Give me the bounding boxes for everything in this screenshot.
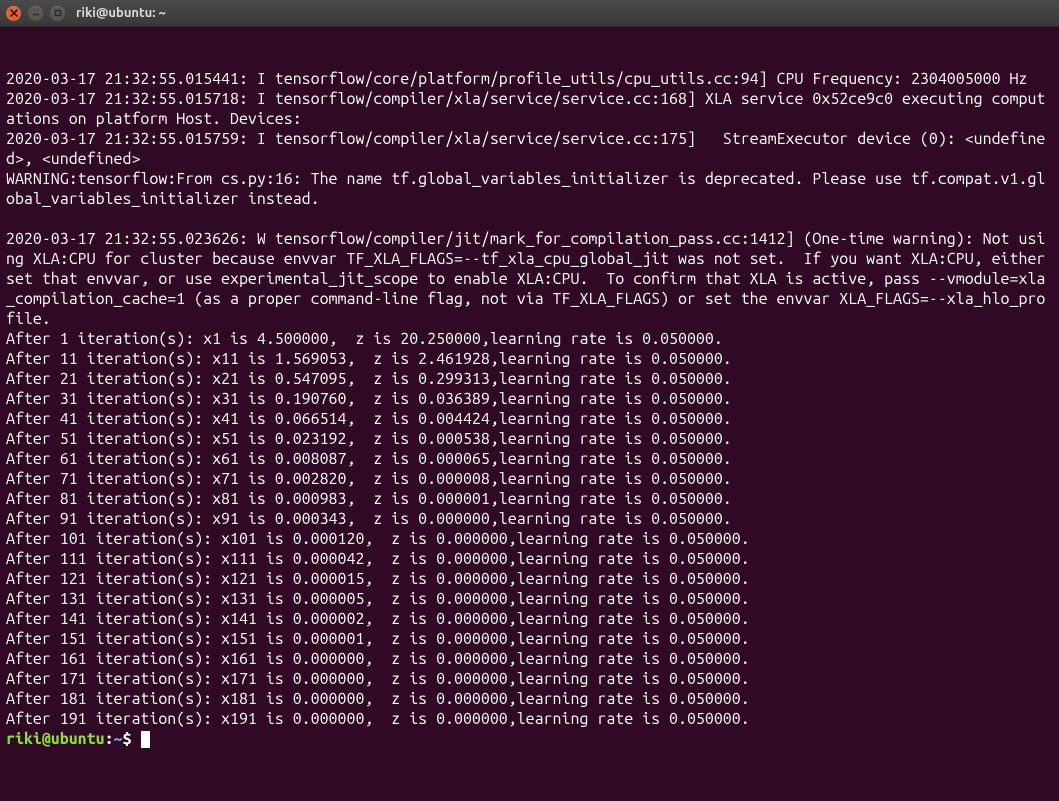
cursor-icon — [141, 731, 150, 748]
terminal-body[interactable]: 2020-03-17 21:32:55.015441: I tensorflow… — [0, 27, 1059, 801]
titlebar[interactable]: riki@ubuntu: ~ — [0, 0, 1059, 27]
terminal-output: 2020-03-17 21:32:55.015441: I tensorflow… — [6, 69, 1053, 729]
prompt-symbol: $ — [123, 730, 132, 748]
terminal-window: riki@ubuntu: ~ 2020-03-17 21:32:55.01544… — [0, 0, 1059, 801]
maximize-icon[interactable] — [50, 6, 65, 21]
prompt-path: ~ — [114, 730, 123, 748]
prompt-user-host: riki@ubuntu — [6, 730, 105, 748]
close-icon[interactable] — [6, 6, 21, 21]
prompt-separator: : — [105, 730, 114, 748]
shell-prompt: riki@ubuntu:~$ — [6, 730, 140, 748]
minimize-icon[interactable] — [28, 6, 43, 21]
window-title: riki@ubuntu: ~ — [76, 6, 166, 20]
